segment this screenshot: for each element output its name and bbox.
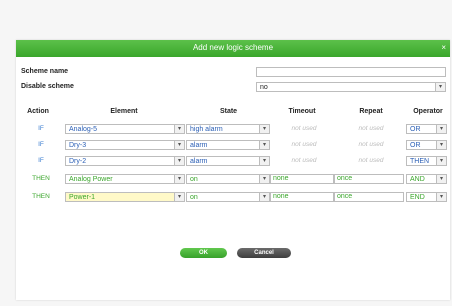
state-value: high alarm xyxy=(190,126,223,133)
element-select[interactable]: Dry-2 ▾ xyxy=(65,156,185,166)
state-value: on xyxy=(190,176,198,183)
state-select[interactable]: high alarm ▾ xyxy=(186,124,270,134)
chevron-down-icon[interactable]: ▾ xyxy=(174,157,184,165)
state-select[interactable]: on ▾ xyxy=(186,174,270,184)
dialog-title: Add new logic scheme xyxy=(192,43,274,52)
element-value: Dry-3 xyxy=(69,142,87,149)
chevron-down-icon[interactable]: ▾ xyxy=(259,193,269,201)
timeout-input[interactable]: none xyxy=(270,192,334,202)
repeat-input[interactable]: once xyxy=(334,192,404,202)
chevron-down-icon[interactable]: ▾ xyxy=(435,83,445,91)
state-value: alarm xyxy=(190,158,208,165)
row-action: THEN xyxy=(32,193,50,200)
chevron-down-icon[interactable]: ▾ xyxy=(259,175,269,183)
operator-value: OR xyxy=(410,126,421,133)
header-state: State xyxy=(219,108,238,115)
operator-select[interactable]: OR ▾ xyxy=(406,124,447,134)
chevron-down-icon[interactable]: ▾ xyxy=(174,193,184,201)
disable-scheme-label: Disable scheme xyxy=(21,83,74,90)
scheme-name-label: Scheme name xyxy=(21,68,69,75)
operator-select[interactable]: OR ▾ xyxy=(406,140,447,150)
chevron-down-icon[interactable]: ▾ xyxy=(174,125,184,133)
row-action: IF xyxy=(38,157,44,164)
operator-select[interactable]: AND ▾ xyxy=(406,174,447,184)
element-value: Analog Power xyxy=(69,176,113,183)
chevron-down-icon[interactable]: ▾ xyxy=(436,125,446,133)
chevron-down-icon[interactable]: ▾ xyxy=(436,157,446,165)
repeat-not-used: not used xyxy=(358,141,384,148)
logic-scheme-dialog: Add new logic scheme × Scheme name Disab… xyxy=(16,40,450,300)
header-element: Element xyxy=(110,108,138,115)
disable-scheme-value: no xyxy=(260,84,268,91)
chevron-down-icon[interactable]: ▾ xyxy=(174,175,184,183)
timeout-not-used: not used xyxy=(291,141,317,148)
chevron-down-icon[interactable]: ▾ xyxy=(436,193,446,201)
timeout-not-used: not used xyxy=(291,157,317,164)
chevron-down-icon[interactable]: ▾ xyxy=(259,141,269,149)
dialog-titlebar: Add new logic scheme × xyxy=(16,40,450,57)
header-operator: Operator xyxy=(413,108,443,115)
element-select[interactable]: Power-1 ▾ xyxy=(65,192,185,202)
chevron-down-icon[interactable]: ▾ xyxy=(174,141,184,149)
chevron-down-icon[interactable]: ▾ xyxy=(259,125,269,133)
operator-value: AND xyxy=(410,176,425,183)
row-action: THEN xyxy=(32,175,50,182)
cancel-button[interactable]: Cancel xyxy=(237,248,291,258)
chevron-down-icon[interactable]: ▾ xyxy=(436,175,446,183)
element-select[interactable]: Analog-5 ▾ xyxy=(65,124,185,134)
state-value: on xyxy=(190,194,198,201)
ok-button[interactable]: OK xyxy=(180,248,227,258)
repeat-not-used: not used xyxy=(358,157,384,164)
state-value: alarm xyxy=(190,142,208,149)
state-select[interactable]: on ▾ xyxy=(186,192,270,202)
element-value: Power-1 xyxy=(69,194,96,201)
header-repeat: Repeat xyxy=(359,108,383,115)
timeout-input[interactable]: none xyxy=(270,174,334,184)
repeat-not-used: not used xyxy=(358,125,384,132)
disable-scheme-select[interactable]: no ▾ xyxy=(256,82,446,92)
chevron-down-icon[interactable]: ▾ xyxy=(436,141,446,149)
element-select[interactable]: Dry-3 ▾ xyxy=(65,140,185,150)
row-action: IF xyxy=(38,125,44,132)
operator-select[interactable]: THEN ▾ xyxy=(406,156,447,166)
scheme-name-input[interactable] xyxy=(256,67,446,77)
operator-value: THEN xyxy=(410,158,430,165)
chevron-down-icon[interactable]: ▾ xyxy=(259,157,269,165)
close-icon[interactable]: × xyxy=(441,43,446,52)
operator-value: OR xyxy=(410,142,421,149)
header-action: Action xyxy=(27,108,49,115)
element-select[interactable]: Analog Power ▾ xyxy=(65,174,185,184)
repeat-input[interactable]: once xyxy=(334,174,404,184)
element-value: Dry-2 xyxy=(69,158,87,165)
timeout-not-used: not used xyxy=(291,125,317,132)
state-select[interactable]: alarm ▾ xyxy=(186,156,270,166)
state-select[interactable]: alarm ▾ xyxy=(186,140,270,150)
operator-value: END xyxy=(410,194,425,201)
element-value: Analog-5 xyxy=(69,126,98,133)
header-timeout: Timeout xyxy=(288,108,316,115)
operator-select[interactable]: END ▾ xyxy=(406,192,447,202)
row-action: IF xyxy=(38,141,44,148)
